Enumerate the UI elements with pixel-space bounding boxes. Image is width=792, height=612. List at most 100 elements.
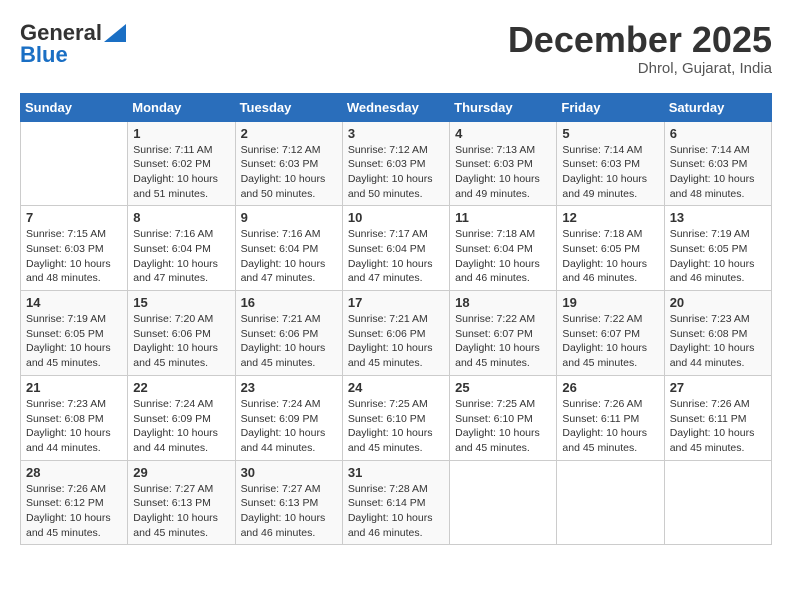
- sunset-text: Sunset: 6:03 PM: [348, 158, 426, 170]
- sunrise-text: Sunrise: 7:28 AM: [348, 483, 428, 495]
- calendar-cell: 10 Sunrise: 7:17 AM Sunset: 6:04 PM Dayl…: [342, 206, 449, 291]
- sunset-text: Sunset: 6:11 PM: [562, 413, 639, 425]
- sunrise-text: Sunrise: 7:21 AM: [241, 313, 321, 325]
- day-number: 31: [348, 465, 444, 480]
- day-number: 27: [670, 380, 766, 395]
- daylight-text: Daylight: 10 hours and 47 minutes.: [241, 258, 326, 285]
- sunrise-text: Sunrise: 7:14 AM: [562, 144, 642, 156]
- calendar-title: December 2025: [508, 20, 772, 60]
- daylight-text: Daylight: 10 hours and 45 minutes.: [348, 427, 433, 454]
- day-number: 20: [670, 295, 766, 310]
- day-number: 22: [133, 380, 229, 395]
- logo-icon: [104, 24, 126, 42]
- sunset-text: Sunset: 6:13 PM: [241, 497, 319, 509]
- sunrise-text: Sunrise: 7:26 AM: [26, 483, 106, 495]
- sunset-text: Sunset: 6:02 PM: [133, 158, 211, 170]
- sunrise-text: Sunrise: 7:16 AM: [241, 228, 321, 240]
- sunrise-text: Sunrise: 7:24 AM: [133, 398, 213, 410]
- daylight-text: Daylight: 10 hours and 47 minutes.: [133, 258, 218, 285]
- sunset-text: Sunset: 6:07 PM: [562, 328, 640, 340]
- sunrise-text: Sunrise: 7:23 AM: [670, 313, 750, 325]
- calendar-cell: 16 Sunrise: 7:21 AM Sunset: 6:06 PM Dayl…: [235, 291, 342, 376]
- calendar-cell: 26 Sunrise: 7:26 AM Sunset: 6:11 PM Dayl…: [557, 375, 664, 460]
- calendar-cell: 14 Sunrise: 7:19 AM Sunset: 6:05 PM Dayl…: [21, 291, 128, 376]
- sunset-text: Sunset: 6:06 PM: [241, 328, 319, 340]
- day-number: 29: [133, 465, 229, 480]
- day-number: 9: [241, 210, 337, 225]
- calendar-table: SundayMondayTuesdayWednesdayThursdayFrid…: [20, 93, 772, 546]
- title-block: December 2025 Dhrol, Gujarat, India: [508, 20, 772, 77]
- daylight-text: Daylight: 10 hours and 45 minutes.: [670, 427, 755, 454]
- sunrise-text: Sunrise: 7:22 AM: [562, 313, 642, 325]
- calendar-header-row: SundayMondayTuesdayWednesdayThursdayFrid…: [21, 93, 772, 121]
- daylight-text: Daylight: 10 hours and 50 minutes.: [241, 173, 326, 200]
- sunrise-text: Sunrise: 7:14 AM: [670, 144, 750, 156]
- daylight-text: Daylight: 10 hours and 46 minutes.: [670, 258, 755, 285]
- daylight-text: Daylight: 10 hours and 46 minutes.: [562, 258, 647, 285]
- day-number: 18: [455, 295, 551, 310]
- calendar-cell: 6 Sunrise: 7:14 AM Sunset: 6:03 PM Dayli…: [664, 121, 771, 206]
- calendar-cell: 29 Sunrise: 7:27 AM Sunset: 6:13 PM Dayl…: [128, 460, 235, 545]
- day-number: 2: [241, 126, 337, 141]
- header-friday: Friday: [557, 93, 664, 121]
- calendar-cell: 18 Sunrise: 7:22 AM Sunset: 6:07 PM Dayl…: [450, 291, 557, 376]
- sunset-text: Sunset: 6:07 PM: [455, 328, 533, 340]
- sunset-text: Sunset: 6:04 PM: [348, 243, 426, 255]
- daylight-text: Daylight: 10 hours and 45 minutes.: [348, 342, 433, 369]
- sunset-text: Sunset: 6:05 PM: [562, 243, 640, 255]
- sunrise-text: Sunrise: 7:23 AM: [26, 398, 106, 410]
- calendar-cell: 11 Sunrise: 7:18 AM Sunset: 6:04 PM Dayl…: [450, 206, 557, 291]
- daylight-text: Daylight: 10 hours and 44 minutes.: [26, 427, 111, 454]
- sunrise-text: Sunrise: 7:19 AM: [26, 313, 106, 325]
- calendar-week-row: 14 Sunrise: 7:19 AM Sunset: 6:05 PM Dayl…: [21, 291, 772, 376]
- sunset-text: Sunset: 6:14 PM: [348, 497, 426, 509]
- sunrise-text: Sunrise: 7:22 AM: [455, 313, 535, 325]
- sunset-text: Sunset: 6:03 PM: [562, 158, 640, 170]
- header-thursday: Thursday: [450, 93, 557, 121]
- sunrise-text: Sunrise: 7:18 AM: [455, 228, 535, 240]
- calendar-week-row: 28 Sunrise: 7:26 AM Sunset: 6:12 PM Dayl…: [21, 460, 772, 545]
- calendar-week-row: 1 Sunrise: 7:11 AM Sunset: 6:02 PM Dayli…: [21, 121, 772, 206]
- daylight-text: Daylight: 10 hours and 45 minutes.: [133, 512, 218, 539]
- day-number: 14: [26, 295, 122, 310]
- sunset-text: Sunset: 6:04 PM: [133, 243, 211, 255]
- daylight-text: Daylight: 10 hours and 49 minutes.: [562, 173, 647, 200]
- sunrise-text: Sunrise: 7:25 AM: [455, 398, 535, 410]
- daylight-text: Daylight: 10 hours and 49 minutes.: [455, 173, 540, 200]
- sunset-text: Sunset: 6:06 PM: [133, 328, 211, 340]
- calendar-week-row: 21 Sunrise: 7:23 AM Sunset: 6:08 PM Dayl…: [21, 375, 772, 460]
- calendar-cell: [557, 460, 664, 545]
- calendar-cell: [450, 460, 557, 545]
- daylight-text: Daylight: 10 hours and 44 minutes.: [670, 342, 755, 369]
- calendar-cell: 23 Sunrise: 7:24 AM Sunset: 6:09 PM Dayl…: [235, 375, 342, 460]
- calendar-cell: 8 Sunrise: 7:16 AM Sunset: 6:04 PM Dayli…: [128, 206, 235, 291]
- header-tuesday: Tuesday: [235, 93, 342, 121]
- calendar-cell: 19 Sunrise: 7:22 AM Sunset: 6:07 PM Dayl…: [557, 291, 664, 376]
- sunset-text: Sunset: 6:03 PM: [670, 158, 748, 170]
- day-number: 16: [241, 295, 337, 310]
- calendar-cell: [21, 121, 128, 206]
- daylight-text: Daylight: 10 hours and 45 minutes.: [26, 342, 111, 369]
- calendar-cell: 12 Sunrise: 7:18 AM Sunset: 6:05 PM Dayl…: [557, 206, 664, 291]
- daylight-text: Daylight: 10 hours and 48 minutes.: [26, 258, 111, 285]
- day-number: 3: [348, 126, 444, 141]
- sunrise-text: Sunrise: 7:21 AM: [348, 313, 428, 325]
- calendar-cell: 31 Sunrise: 7:28 AM Sunset: 6:14 PM Dayl…: [342, 460, 449, 545]
- sunset-text: Sunset: 6:10 PM: [455, 413, 533, 425]
- calendar-cell: 13 Sunrise: 7:19 AM Sunset: 6:05 PM Dayl…: [664, 206, 771, 291]
- day-number: 5: [562, 126, 658, 141]
- day-number: 24: [348, 380, 444, 395]
- sunset-text: Sunset: 6:04 PM: [455, 243, 533, 255]
- day-number: 8: [133, 210, 229, 225]
- calendar-cell: 24 Sunrise: 7:25 AM Sunset: 6:10 PM Dayl…: [342, 375, 449, 460]
- sunset-text: Sunset: 6:03 PM: [241, 158, 319, 170]
- calendar-subtitle: Dhrol, Gujarat, India: [508, 60, 772, 77]
- sunrise-text: Sunrise: 7:17 AM: [348, 228, 428, 240]
- calendar-cell: 5 Sunrise: 7:14 AM Sunset: 6:03 PM Dayli…: [557, 121, 664, 206]
- day-number: 17: [348, 295, 444, 310]
- sunset-text: Sunset: 6:03 PM: [455, 158, 533, 170]
- logo: General Blue: [20, 20, 126, 68]
- sunrise-text: Sunrise: 7:20 AM: [133, 313, 213, 325]
- sunrise-text: Sunrise: 7:15 AM: [26, 228, 106, 240]
- daylight-text: Daylight: 10 hours and 45 minutes.: [455, 342, 540, 369]
